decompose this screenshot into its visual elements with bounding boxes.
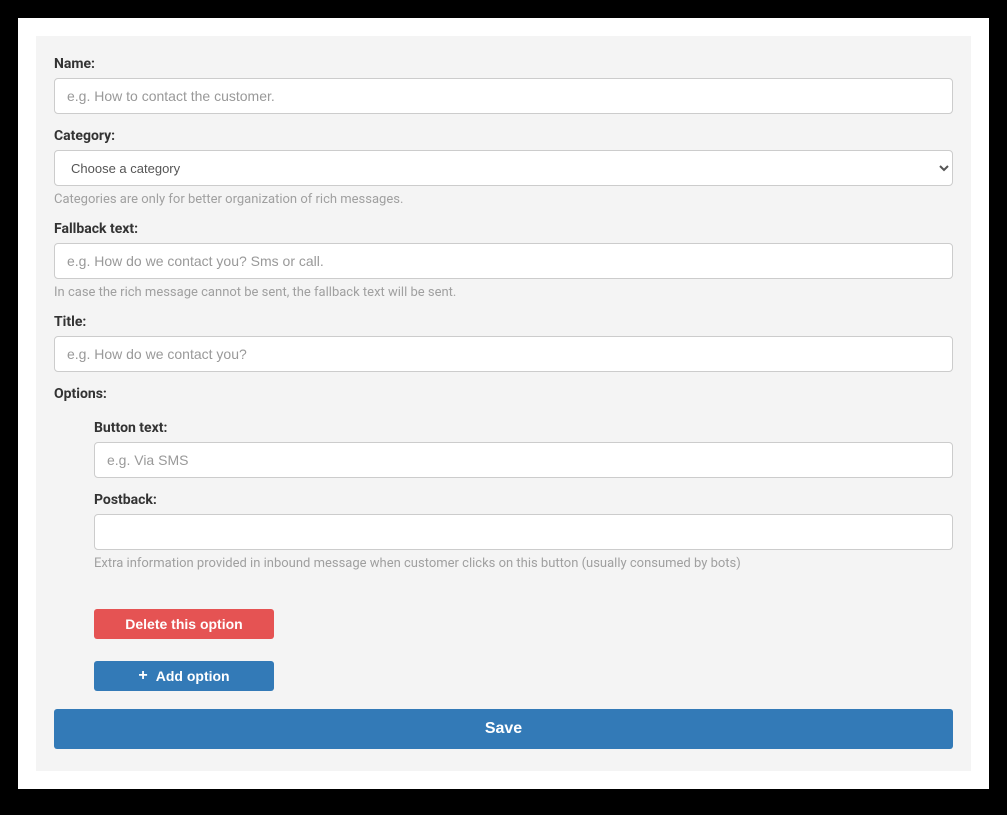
name-input[interactable] bbox=[54, 78, 953, 114]
category-group: Category: Choose a category Categories a… bbox=[54, 128, 953, 207]
category-help: Categories are only for better organizat… bbox=[54, 192, 953, 207]
postback-label: Postback: bbox=[94, 492, 953, 508]
plus-icon: + bbox=[138, 668, 147, 684]
page-container: Name: Category: Choose a category Catego… bbox=[18, 18, 989, 789]
button-text-label: Button text: bbox=[94, 420, 953, 436]
add-option-label: Add option bbox=[156, 666, 230, 686]
postback-input[interactable] bbox=[94, 514, 953, 550]
add-option-button[interactable]: + Add option bbox=[94, 661, 274, 691]
fallback-input[interactable] bbox=[54, 243, 953, 279]
form-panel: Name: Category: Choose a category Catego… bbox=[36, 36, 971, 771]
title-group: Title: bbox=[54, 314, 953, 372]
fallback-label: Fallback text: bbox=[54, 221, 953, 237]
button-text-group: Button text: bbox=[94, 420, 953, 478]
name-label: Name: bbox=[54, 56, 953, 72]
fallback-group: Fallback text: In case the rich message … bbox=[54, 221, 953, 300]
button-text-input[interactable] bbox=[94, 442, 953, 478]
name-group: Name: bbox=[54, 56, 953, 114]
title-input[interactable] bbox=[54, 336, 953, 372]
category-select[interactable]: Choose a category bbox=[54, 150, 953, 186]
category-label: Category: bbox=[54, 128, 953, 144]
options-container: Button text: Postback: Extra information… bbox=[94, 420, 953, 691]
fallback-help: In case the rich message cannot be sent,… bbox=[54, 285, 953, 300]
delete-option-label: Delete this option bbox=[125, 614, 242, 634]
title-label: Title: bbox=[54, 314, 953, 330]
postback-help: Extra information provided in inbound me… bbox=[94, 556, 953, 571]
options-label: Options: bbox=[54, 386, 953, 402]
save-button[interactable]: Save bbox=[54, 709, 953, 749]
delete-option-button[interactable]: Delete this option bbox=[94, 609, 274, 639]
save-label: Save bbox=[485, 718, 522, 741]
postback-group: Postback: Extra information provided in … bbox=[94, 492, 953, 571]
